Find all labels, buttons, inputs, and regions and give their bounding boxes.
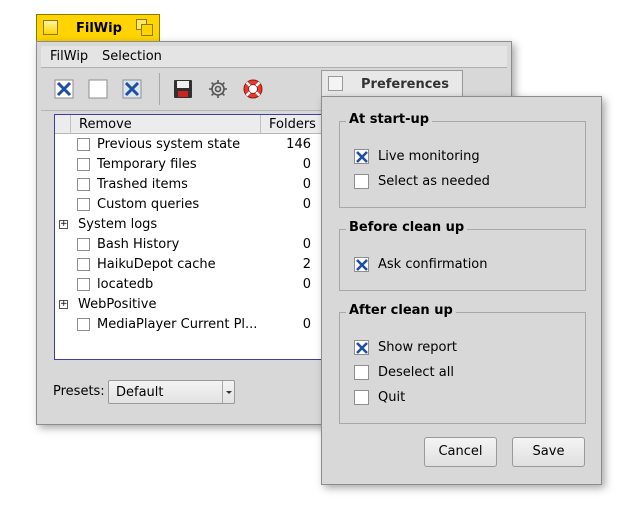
item-checkbox[interactable] [77, 258, 90, 271]
menu-filwip[interactable]: FilWip [50, 49, 88, 64]
item-count: 0 [302, 317, 311, 332]
group-title: After clean up [346, 303, 456, 318]
window-close-icon[interactable] [43, 20, 58, 35]
item-count: 0 [302, 157, 311, 172]
option-label: Show report [378, 340, 457, 355]
group-at-startup: At start-up Live monitoring Select as ne… [339, 112, 586, 208]
expand-icon[interactable]: + [59, 300, 68, 309]
checkbox[interactable] [354, 390, 369, 405]
list-item[interactable]: Previous system state 146 [55, 135, 353, 155]
item-label: Previous system state [97, 137, 241, 152]
item-checkbox[interactable] [77, 178, 90, 191]
list-item[interactable]: Temporary files 0 [55, 155, 353, 175]
toolbar-separator [159, 73, 160, 105]
group-title: At start-up [346, 112, 433, 127]
item-checkbox[interactable] [77, 278, 90, 291]
deselect-all-icon[interactable] [86, 77, 110, 101]
item-label: Custom queries [97, 197, 200, 212]
cleanup-list[interactable]: Remove Folders Previous system state 146… [54, 114, 354, 360]
list-group[interactable]: + WebPositive [55, 295, 353, 315]
main-window-tab[interactable]: FilWip [36, 14, 160, 42]
item-count: 146 [286, 137, 311, 152]
presets-label: Presets: [53, 384, 105, 399]
lifebuoy-icon[interactable] [241, 77, 265, 101]
list-item[interactable]: HaikuDepot cache 2 [55, 255, 353, 275]
item-label: Temporary files [97, 157, 197, 172]
column-folders-header[interactable]: Folders [269, 117, 316, 132]
option-label: Live monitoring [378, 149, 480, 164]
cancel-button[interactable]: Cancel [424, 437, 497, 467]
window-title: FilWip [76, 21, 122, 36]
preferences-window-tab[interactable]: Preferences [321, 70, 463, 97]
save-icon[interactable] [171, 77, 195, 101]
select-all-icon[interactable] [52, 77, 76, 101]
column-remove-header[interactable]: Remove [79, 117, 132, 132]
group-label: WebPositive [78, 297, 157, 312]
list-item[interactable]: MediaPlayer Current Pl... 0 [55, 315, 353, 335]
checkbox[interactable] [354, 257, 369, 272]
list-group[interactable]: + System logs [55, 215, 353, 235]
item-count: 0 [302, 197, 311, 212]
list-item[interactable]: Custom queries 0 [55, 195, 353, 215]
item-checkbox[interactable] [77, 318, 90, 331]
item-count: 0 [302, 277, 311, 292]
item-count: 2 [302, 257, 311, 272]
list-item[interactable]: Trashed items 0 [55, 175, 353, 195]
option-label: Select as needed [378, 174, 490, 189]
item-label: Bash History [97, 237, 180, 252]
expand-icon[interactable]: + [59, 220, 68, 229]
window-close-icon[interactable] [328, 76, 343, 91]
item-label: locatedb [97, 277, 154, 292]
window-zoom-icon[interactable] [136, 19, 153, 36]
item-count: 0 [302, 177, 311, 192]
item-count: 0 [302, 237, 311, 252]
checkbox[interactable] [354, 340, 369, 355]
presets-select[interactable]: Default [108, 380, 235, 404]
list-header: Remove Folders [55, 115, 353, 134]
group-label: System logs [78, 217, 158, 232]
option-label: Ask confirmation [378, 257, 488, 272]
item-checkbox[interactable] [77, 158, 90, 171]
item-checkbox[interactable] [77, 198, 90, 211]
checkbox[interactable] [354, 174, 369, 189]
option-label: Deselect all [378, 365, 454, 380]
menu-bar: FilWip Selection [41, 46, 507, 68]
save-button[interactable]: Save [512, 437, 585, 467]
checkbox[interactable] [354, 365, 369, 380]
preferences-title: Preferences [361, 77, 449, 92]
preferences-window: At start-up Live monitoring Select as ne… [321, 96, 602, 485]
item-label: HaikuDepot cache [97, 257, 216, 272]
invert-selection-icon[interactable] [120, 77, 144, 101]
group-before-clean-up: Before clean up Ask confirmation [339, 220, 586, 291]
group-title: Before clean up [346, 220, 468, 235]
menu-selection[interactable]: Selection [102, 49, 162, 64]
option-label: Quit [378, 390, 406, 405]
item-checkbox[interactable] [77, 238, 90, 251]
presets-value: Default [116, 385, 164, 400]
dropdown-arrow-icon[interactable] [222, 381, 234, 403]
checkbox[interactable] [354, 149, 369, 164]
list-item[interactable]: locatedb 0 [55, 275, 353, 295]
settings-gear-icon[interactable] [206, 77, 230, 101]
item-label: MediaPlayer Current Pl... [97, 317, 258, 332]
item-label: Trashed items [97, 177, 188, 192]
group-after-clean-up: After clean up Show report Deselect all … [339, 303, 586, 424]
item-checkbox[interactable] [77, 138, 90, 151]
list-item[interactable]: Bash History 0 [55, 235, 353, 255]
